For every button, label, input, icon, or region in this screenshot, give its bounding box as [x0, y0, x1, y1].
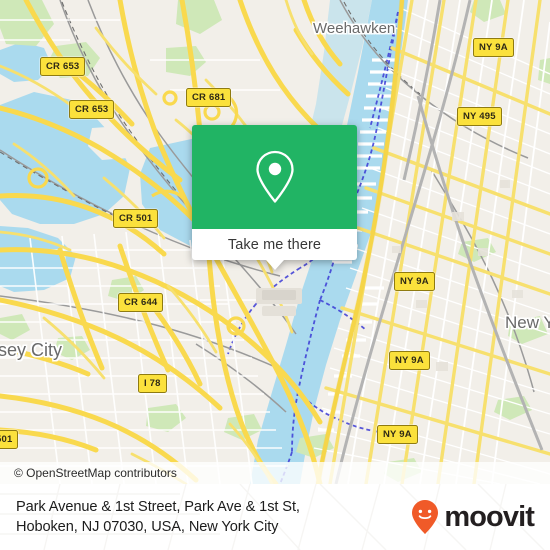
shield-ny-9a-top[interactable]: NY 9A [473, 38, 514, 57]
moovit-wordmark: moovit [444, 500, 535, 533]
shield-cr-653-north[interactable]: CR 653 [40, 57, 86, 76]
callout-footer[interactable]: Take me there [192, 229, 357, 270]
shield-cr-501[interactable]: CR 501 [113, 209, 159, 228]
take-me-there-label: Take me there [227, 236, 322, 253]
shield-ny-9a-lower[interactable]: NY 9A [389, 351, 430, 370]
osm-attribution[interactable]: © OpenStreetMap contributors [0, 462, 550, 484]
moovit-map-screenshot: Weehawken sey City New Y CR 653 CR 681 C… [0, 0, 550, 550]
map-pin-icon [255, 150, 294, 203]
shield-cr-681[interactable]: CR 681 [186, 88, 232, 107]
footer-bar: Park Avenue & 1st Street, Park Ave & 1st… [0, 484, 550, 550]
shield-cr-653-west[interactable]: CR 653 [69, 100, 115, 119]
address-line-1: Park Avenue & 1st Street, Park Ave & 1st… [16, 499, 300, 515]
callout-header [192, 125, 357, 229]
callout-tail [265, 260, 284, 270]
shield-ny-9a-bottom[interactable]: NY 9A [377, 425, 418, 444]
moovit-brand[interactable]: moovit [410, 499, 535, 535]
shield-ny-9a-mid[interactable]: NY 9A [394, 272, 435, 291]
address-line-2: Hoboken, NJ 07030, USA, New York City [16, 519, 279, 535]
shield-cr-501-clipped[interactable]: 501 [0, 430, 19, 449]
location-callout-card[interactable]: Take me there [192, 125, 357, 270]
address-text: Park Avenue & 1st Street, Park Ave & 1st… [16, 497, 366, 537]
shield-i-78[interactable]: I 78 [138, 374, 167, 393]
shield-ny-495[interactable]: NY 495 [457, 107, 502, 126]
shield-cr-644[interactable]: CR 644 [118, 293, 164, 312]
moovit-smiley-pin-icon [412, 500, 439, 534]
